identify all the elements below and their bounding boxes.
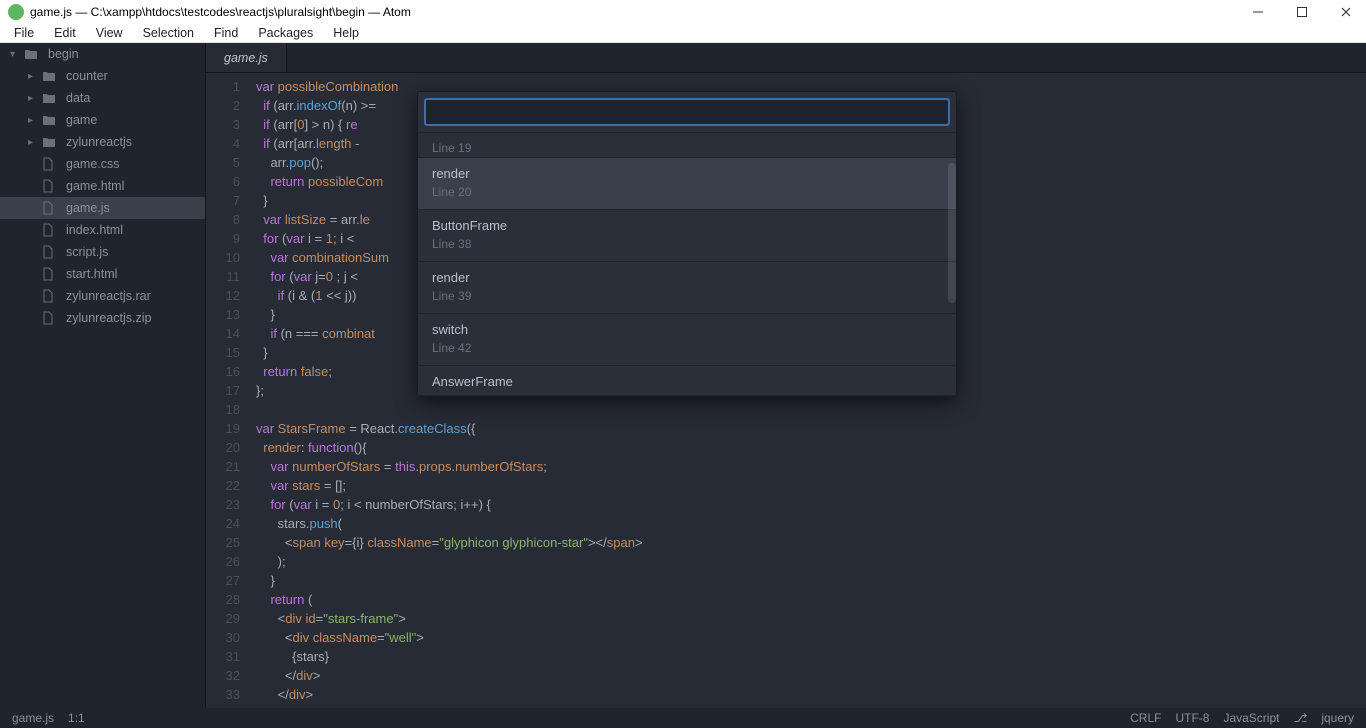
tree-file-game-css[interactable]: game.css	[0, 153, 205, 175]
status-language[interactable]: JavaScript	[1223, 711, 1279, 725]
palette-item-0[interactable]: Line 19	[418, 133, 956, 158]
window-close-button[interactable]	[1334, 6, 1358, 18]
file-tree[interactable]: ▾begin▸counter▸data▸game▸zylunreactjsgam…	[0, 43, 206, 708]
menu-find[interactable]: Find	[204, 24, 248, 42]
palette-item-4[interactable]: switchLine 42	[418, 314, 956, 366]
status-file[interactable]: game.js	[12, 711, 54, 725]
file-icon	[42, 223, 60, 237]
palette-results: Line 19renderLine 20ButtonFrameLine 38re…	[418, 132, 956, 396]
atom-app-icon	[8, 4, 24, 20]
menu-packages[interactable]: Packages	[248, 24, 323, 42]
palette-scrollbar-thumb[interactable]	[948, 163, 956, 303]
tree-file-game-js[interactable]: game.js	[0, 197, 205, 219]
palette-item-5[interactable]: AnswerFrame	[418, 366, 956, 396]
tree-folder-data[interactable]: ▸data	[0, 87, 205, 109]
menubar: FileEditViewSelectionFindPackagesHelp	[0, 23, 1366, 43]
folder-icon	[42, 114, 60, 126]
tree-folder-counter[interactable]: ▸counter	[0, 65, 205, 87]
tree-file-index-html[interactable]: index.html	[0, 219, 205, 241]
menu-selection[interactable]: Selection	[133, 24, 204, 42]
file-icon	[42, 267, 60, 281]
tree-file-game-html[interactable]: game.html	[0, 175, 205, 197]
file-icon	[42, 245, 60, 259]
file-icon	[42, 289, 60, 303]
file-icon	[42, 179, 60, 193]
status-cursor[interactable]: 1:1	[68, 711, 85, 725]
tree-root[interactable]: ▾begin	[0, 43, 205, 65]
menu-file[interactable]: File	[4, 24, 44, 42]
menu-view[interactable]: View	[86, 24, 133, 42]
status-lineending[interactable]: CRLF	[1130, 711, 1161, 725]
titlebar: game.js — C:\xampp\htdocs\testcodes\reac…	[0, 0, 1366, 23]
status-git-icon[interactable]: ⎇	[1293, 711, 1307, 725]
window-maximize-button[interactable]	[1290, 6, 1314, 18]
palette-item-2[interactable]: ButtonFrameLine 38	[418, 210, 956, 262]
tree-file-zylunreactjs-zip[interactable]: zylunreactjs.zip	[0, 307, 205, 329]
tab-game-js[interactable]: game.js	[206, 43, 287, 72]
window-minimize-button[interactable]	[1246, 6, 1270, 18]
tree-file-script-js[interactable]: script.js	[0, 241, 205, 263]
folder-icon	[42, 70, 60, 82]
command-palette: Line 19renderLine 20ButtonFrameLine 38re…	[417, 91, 957, 397]
palette-item-1[interactable]: renderLine 20	[418, 158, 956, 210]
menu-help[interactable]: Help	[323, 24, 369, 42]
menu-edit[interactable]: Edit	[44, 24, 86, 42]
tree-folder-zylunreactjs[interactable]: ▸zylunreactjs	[0, 131, 205, 153]
app-window: game.js — C:\xampp\htdocs\testcodes\reac…	[0, 0, 1366, 728]
folder-icon	[42, 136, 60, 148]
gutter: 1234567891011121314151617181920212223242…	[206, 73, 250, 708]
statusbar: game.js 1:1 CRLF UTF-8 JavaScript ⎇ jque…	[0, 708, 1366, 728]
tabbar: game.js	[206, 43, 1366, 73]
tree-file-zylunreactjs-rar[interactable]: zylunreactjs.rar	[0, 285, 205, 307]
status-encoding[interactable]: UTF-8	[1175, 711, 1209, 725]
file-icon	[42, 157, 60, 171]
folder-icon	[24, 48, 42, 60]
file-icon	[42, 311, 60, 325]
window-title: game.js — C:\xampp\htdocs\testcodes\reac…	[30, 5, 1246, 19]
folder-icon	[42, 92, 60, 104]
file-icon	[42, 201, 60, 215]
palette-search-input[interactable]	[424, 98, 950, 126]
tree-folder-game[interactable]: ▸game	[0, 109, 205, 131]
palette-item-3[interactable]: renderLine 39	[418, 262, 956, 314]
tree-file-start-html[interactable]: start.html	[0, 263, 205, 285]
status-extra[interactable]: jquery	[1321, 711, 1354, 725]
